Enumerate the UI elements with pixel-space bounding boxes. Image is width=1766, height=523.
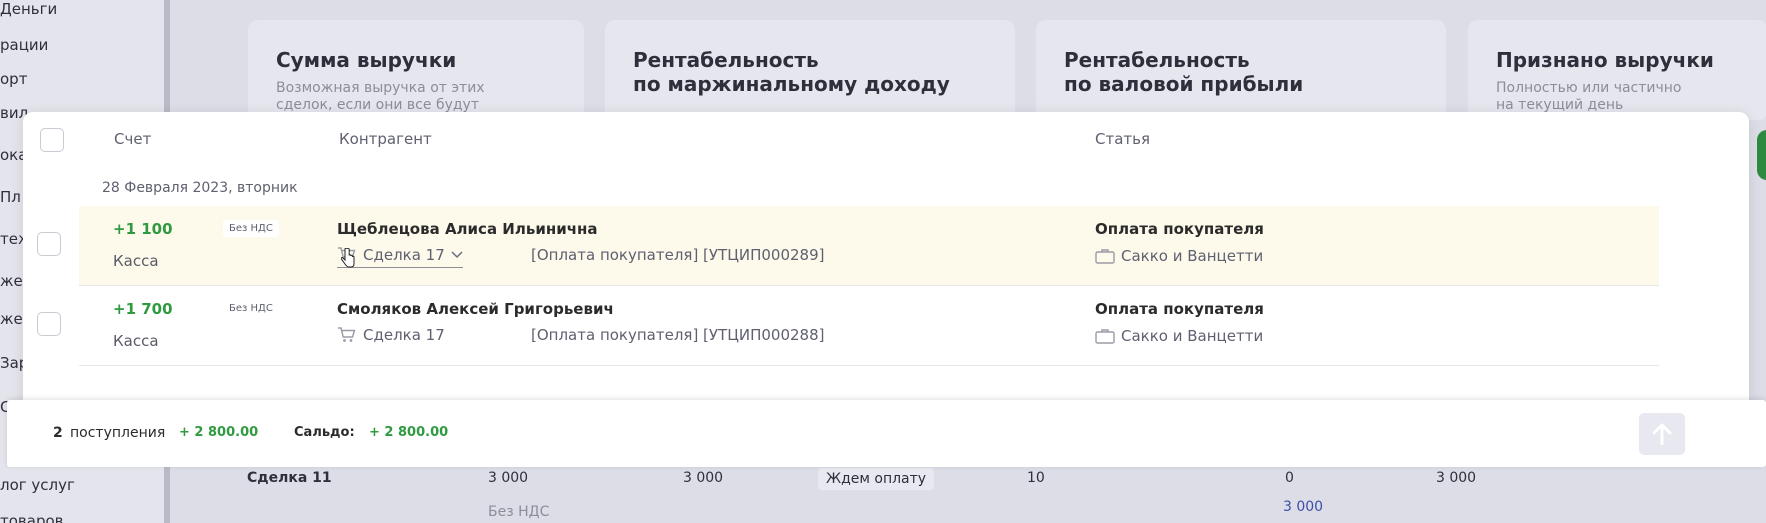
row-checkbox[interactable] xyxy=(37,232,61,256)
select-all-checkbox[interactable] xyxy=(40,128,64,152)
receipts-sum: + 2 800.00 xyxy=(179,425,259,440)
date-group-label: 28 Февраля 2023, вторник xyxy=(102,180,298,196)
project[interactable]: Сакко и Ванцетти xyxy=(1095,327,1263,345)
status-dot xyxy=(1757,130,1766,180)
card-gross-profitability: Рентабельность по валовой прибыли xyxy=(1036,20,1446,120)
column-header-contractor[interactable]: Контрагент xyxy=(339,130,432,148)
project-label: Сакко и Ванцетти xyxy=(1121,327,1264,345)
sidebar-item-goods[interactable]: товаров xyxy=(0,512,64,523)
column-header-article[interactable]: Статья xyxy=(1095,130,1150,148)
deal-dropdown[interactable]: Сделка 17 xyxy=(337,246,463,268)
amount: +1 100 xyxy=(113,220,173,238)
amount: +1 700 xyxy=(113,300,173,318)
row-checkbox[interactable] xyxy=(37,312,61,336)
table-row[interactable]: +1 700 Без НДС Касса Смоляков Алексей Гр… xyxy=(37,286,1659,366)
deal-label: Сделка 17 xyxy=(363,246,445,264)
article-name[interactable]: Оплата покупателя xyxy=(1095,220,1264,238)
cursor-icon xyxy=(340,247,355,272)
briefcase-icon xyxy=(1095,248,1115,264)
cart-icon xyxy=(337,327,357,343)
card-subtitle: Полностью или частично на текущий день xyxy=(1496,80,1682,113)
receipts-count: 2 xyxy=(53,425,63,441)
transactions-modal: Счет Контрагент Статья 28 Февраля 2023, … xyxy=(23,112,1749,412)
deal-link[interactable]: Сделка 17 xyxy=(337,326,445,347)
card-margin-profitability: Рентабельность по маржинальному доходу xyxy=(605,20,1015,120)
article-name[interactable]: Оплата покупателя xyxy=(1095,300,1264,318)
card-recognized-revenue: Признано выручки Полностью или частично … xyxy=(1468,20,1766,120)
account: Касса xyxy=(113,252,159,270)
card-title: Сумма выручки xyxy=(276,48,457,72)
receipts-label: поступления xyxy=(70,425,166,441)
table-row-amount: 3 000 xyxy=(488,470,529,486)
deal-description: [Оплата покупателя] [УТЦИП000289] xyxy=(531,246,825,264)
card-title: Признано выручки xyxy=(1496,48,1714,72)
table-row-deal[interactable]: Сделка 11 xyxy=(247,470,332,486)
table-row-vat: Без НДС xyxy=(488,504,550,520)
card-subtitle: Возможная выручка от этих сделок, если о… xyxy=(276,80,485,113)
sidebar-item-services[interactable]: лог услуг xyxy=(0,476,75,494)
chevron-down-icon xyxy=(451,251,463,259)
saldo-value: + 2 800.00 xyxy=(369,425,449,440)
table-row[interactable]: +1 100 Без НДС Касса Щеблецова Алиса Иль… xyxy=(37,206,1659,286)
column-header-account[interactable]: Счет xyxy=(114,130,151,148)
card-title: Рентабельность по маржинальному доходу xyxy=(633,48,950,96)
table-row-amount-link[interactable]: 3 000 xyxy=(1283,499,1323,515)
vat-badge: Без НДС xyxy=(223,220,279,237)
contractor-name[interactable]: Смоляков Алексей Григорьевич xyxy=(337,300,614,318)
table-row-qty: 10 xyxy=(1027,470,1045,486)
table-row-amount: 3 000 xyxy=(1436,470,1477,486)
sidebar-item-plan[interactable]: Пл xyxy=(0,188,21,206)
deal-description: [Оплата покупателя] [УТЦИП000288] xyxy=(531,326,825,344)
status-badge: Ждем оплату xyxy=(818,468,935,490)
briefcase-icon xyxy=(1095,328,1115,344)
deal-label: Сделка 17 xyxy=(363,326,445,344)
arrow-up-icon xyxy=(1652,423,1672,445)
summary-bar: 2 поступления + 2 800.00 Сальдо: + 2 800… xyxy=(7,400,1766,467)
contractor-name[interactable]: Щеблецова Алиса Ильинична xyxy=(337,220,598,238)
table-row-amount: 3 000 xyxy=(683,470,724,486)
sidebar-item-money[interactable]: Деньги xyxy=(0,0,57,18)
card-revenue: Сумма выручки Возможная выручка от этих … xyxy=(248,20,584,120)
sidebar-item-operations[interactable]: рации xyxy=(0,36,48,54)
vat-badge: Без НДС xyxy=(229,303,273,314)
project[interactable]: Сакко и Ванцетти xyxy=(1095,247,1263,265)
table-row-zero: 0 xyxy=(1285,470,1294,486)
saldo-label: Сальдо: xyxy=(294,425,355,440)
card-title: Рентабельность по валовой прибыли xyxy=(1064,48,1304,96)
account: Касса xyxy=(113,332,159,350)
sidebar-item-import[interactable]: орт xyxy=(0,70,27,88)
scroll-to-top-button[interactable] xyxy=(1639,413,1685,455)
project-label: Сакко и Ванцетти xyxy=(1121,247,1264,265)
